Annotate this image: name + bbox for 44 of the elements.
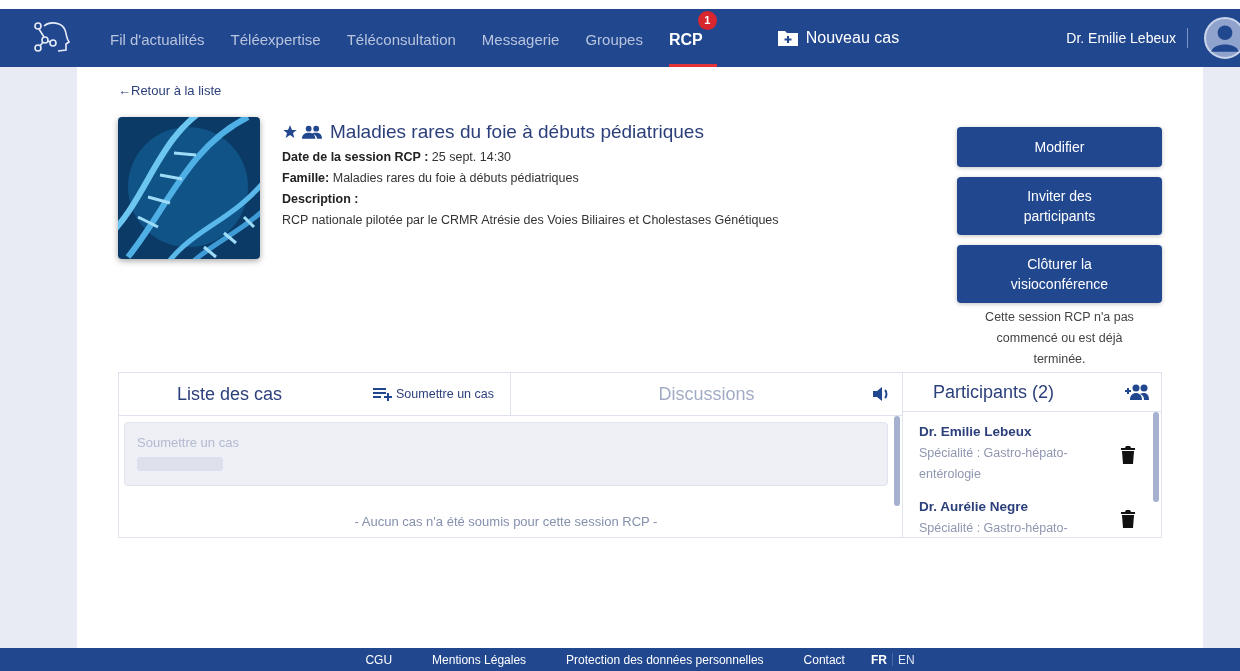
- footer-link[interactable]: Contact: [803, 652, 845, 667]
- new-case-button[interactable]: Nouveau cas: [776, 29, 900, 47]
- add-list-icon: [373, 387, 394, 401]
- back-link[interactable]: ←Retour à la liste: [118, 83, 222, 98]
- nav-tab[interactable]: Téléexpertise: [230, 9, 321, 67]
- session-field: Date de la session RCP : 25 sept. 14:30: [282, 150, 957, 164]
- session-field: Description :: [282, 192, 957, 206]
- session-title: Maladies rares du foie à débuts pédiatriques: [330, 121, 704, 143]
- add-person-icon[interactable]: [1125, 384, 1149, 400]
- trash-icon[interactable]: [1121, 445, 1135, 464]
- scrollbar[interactable]: [894, 416, 900, 506]
- nav-tab[interactable]: Groupes: [585, 9, 643, 67]
- participant-specialty: Spécialité : Gastro-hépato-: [919, 520, 1069, 537]
- panel-tab[interactable]: Liste des cas Soumettre un cas: [119, 373, 510, 415]
- user-name[interactable]: Dr. Emilie Lebeux: [1066, 28, 1188, 48]
- participant-name: Dr. Aurélie Negre: [919, 499, 1030, 514]
- participant-specialty: Spécialité : Gastro-hépato-entérologie: [919, 445, 1069, 483]
- session-field: Famille: Maladies rares du foie à débuts pédiatriques: [282, 171, 957, 185]
- nav-tab[interactable]: Téléconsultation: [346, 9, 456, 67]
- nav-tab[interactable]: Messagerie: [481, 9, 560, 67]
- session-note: Cette session RCP n'a pas commencé ou est déjà terminée.: [984, 309, 1135, 368]
- folder-plus-icon: [776, 29, 799, 47]
- footer-link[interactable]: CGU: [365, 652, 393, 667]
- trash-icon[interactable]: [1121, 510, 1135, 528]
- submit-case-link[interactable]: Soumettre un cas: [373, 387, 494, 401]
- participants-title: Participants (2): [933, 381, 1055, 403]
- group-icon: [302, 125, 322, 139]
- speaker-icon[interactable]: [872, 386, 890, 402]
- action-button[interactable]: Inviter des participants: [957, 177, 1162, 235]
- footer-link[interactable]: Mentions Légales: [432, 652, 527, 667]
- action-button[interactable]: Clôturer la visioconférence: [957, 245, 1162, 303]
- notification-badge: 1: [697, 11, 717, 30]
- action-button[interactable]: Modifier: [957, 127, 1162, 167]
- empty-message: - Aucun cas n'a été soumis pour cette session RCP -: [353, 514, 659, 529]
- language-link[interactable]: FR: [870, 652, 887, 667]
- participant-name: Dr. Emilie Lebeux: [919, 424, 1033, 439]
- footer-link[interactable]: Protection des données personnelles: [566, 652, 764, 667]
- session-description: RCP nationale pilotée par le CRMR Atrésie des Voies Biliaires et Cholestases Génétiques: [282, 213, 780, 227]
- scrollbar[interactable]: [1153, 412, 1159, 502]
- nav-tab[interactable]: Fil d'actualités: [110, 9, 205, 67]
- submit-case-field[interactable]: Soumettre un cas: [137, 435, 875, 450]
- star-icon[interactable]: [282, 124, 298, 140]
- avatar-icon[interactable]: [1204, 17, 1240, 59]
- language-link[interactable]: EN: [897, 652, 915, 667]
